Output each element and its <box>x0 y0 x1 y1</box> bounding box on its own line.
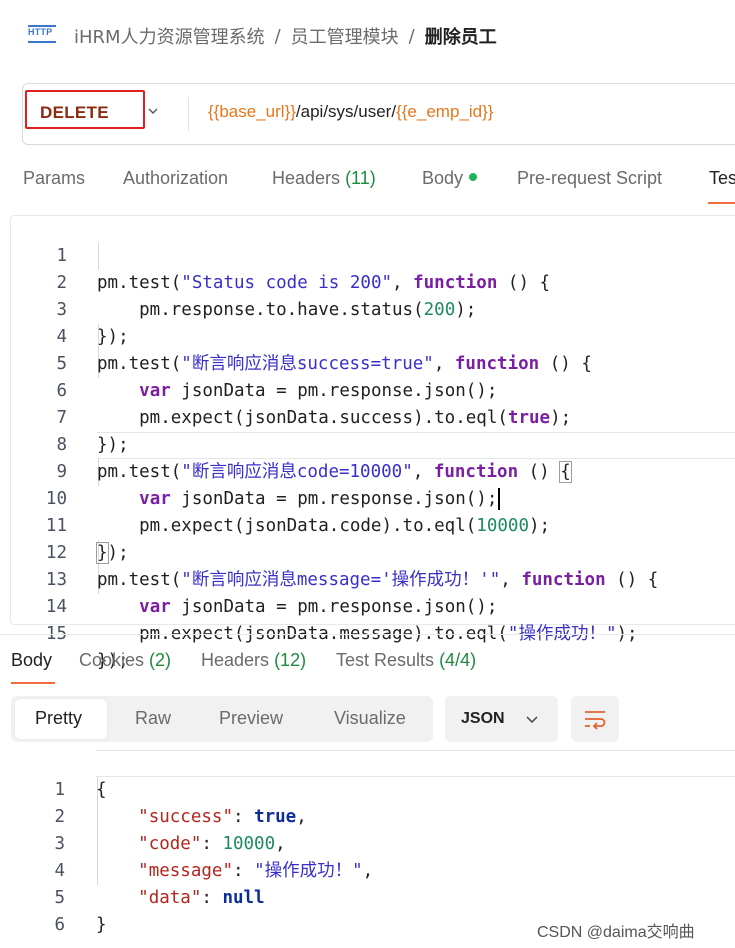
response-tab-cookies[interactable]: Cookies (2) <box>79 650 171 671</box>
code-line: 8 pm.test("断言响应消息code=10000", function (… <box>56 435 572 483</box>
code-line: 1 pm.test("Status code is 200", function… <box>56 246 551 293</box>
code-line: 4 pm.test("断言响应消息success=true", function… <box>56 327 592 374</box>
format-dropdown-label: JSON <box>461 710 505 727</box>
response-line: 1{ <box>54 780 107 800</box>
response-line: 5 "data": null <box>54 888 265 908</box>
code-line: 13 var jsonData = pm.response.json(); <box>45 570 498 617</box>
wrap-lines-icon <box>585 711 606 730</box>
breadcrumb: HTTP iHRM人力资源管理系统 / 员工管理模块 / 删除员工 <box>28 20 497 52</box>
chevron-down-icon <box>526 716 538 724</box>
view-visualize-button[interactable]: Visualize <box>334 708 406 729</box>
code-line: 12 pm.test("断言响应消息message='操作成功！'", func… <box>45 543 659 590</box>
body-indicator-dot <box>469 173 478 182</box>
code-line: 14 pm.expect(jsonData.message).to.eql("操… <box>45 597 638 644</box>
breadcrumb-separator: / <box>408 25 415 47</box>
view-pretty-button[interactable]: Pretty <box>35 708 82 729</box>
tab-authorization[interactable]: Authorization <box>123 168 228 189</box>
breadcrumb-collection[interactable]: iHRM人力资源管理系统 <box>74 23 265 49</box>
code-line: 3 }); <box>56 300 129 347</box>
view-raw-button[interactable]: Raw <box>135 708 171 729</box>
code-line: 2 pm.response.to.have.status(200); <box>56 273 477 320</box>
url-divider <box>188 97 189 131</box>
code-line: 10 pm.expect(jsonData.code).to.eql(10000… <box>45 489 551 536</box>
code-line: 5 var jsonData = pm.response.json(); <box>56 354 498 401</box>
tab-pre-request-script[interactable]: Pre-request Script <box>517 168 662 189</box>
tab-body[interactable]: Body <box>422 168 478 189</box>
response-tab-headers[interactable]: Headers (12) <box>201 650 306 671</box>
chevron-down-icon[interactable] <box>148 106 158 116</box>
url-variable-base: {{base_url}} <box>208 102 296 121</box>
url-path: /api/sys/user/ <box>295 102 397 121</box>
response-line: 2 "success": true, <box>54 807 307 827</box>
url-variable-id: {{e_emp_id}} <box>396 102 494 121</box>
headers-count: (11) <box>345 168 376 188</box>
response-tab-body[interactable]: Body <box>11 650 52 671</box>
response-line: 4 "message": "操作成功！", <box>54 861 374 881</box>
code-line: 6 pm.expect(jsonData.success).to.eql(tru… <box>56 381 572 428</box>
code-line: 15 }); <box>45 624 129 671</box>
request-name[interactable]: 删除员工 <box>425 23 497 49</box>
method-label: DELETE <box>40 103 109 122</box>
url-input[interactable]: {{base_url}}/api/sys/user/{{e_emp_id}} <box>208 102 493 122</box>
response-divider <box>0 634 735 635</box>
tab-headers[interactable]: Headers (11) <box>272 168 376 189</box>
code-line: 7 }); <box>56 408 129 455</box>
code-line: 11 }); <box>45 516 129 564</box>
request-tabs: Params Authorization Headers (11) Body P… <box>0 168 735 204</box>
response-line: 3 "code": 10000, <box>54 834 286 854</box>
view-preview-button[interactable]: Preview <box>219 708 283 729</box>
response-active-tab-indicator <box>11 682 55 684</box>
response-tab-test-results[interactable]: Test Results (4/4) <box>336 650 476 671</box>
watermark: CSDN @daima交响曲 <box>537 924 695 941</box>
http-request-icon: HTTP <box>28 25 56 47</box>
response-line: 6} <box>54 915 107 935</box>
breadcrumb-separator: / <box>274 25 281 47</box>
code-line: 9 var jsonData = pm.response.json(); <box>0 432 735 510</box>
tab-tests[interactable]: Tes <box>709 168 735 189</box>
tab-params[interactable]: Params <box>23 168 85 189</box>
active-tab-indicator <box>708 202 735 204</box>
breadcrumb-folder[interactable]: 员工管理模块 <box>291 23 399 49</box>
